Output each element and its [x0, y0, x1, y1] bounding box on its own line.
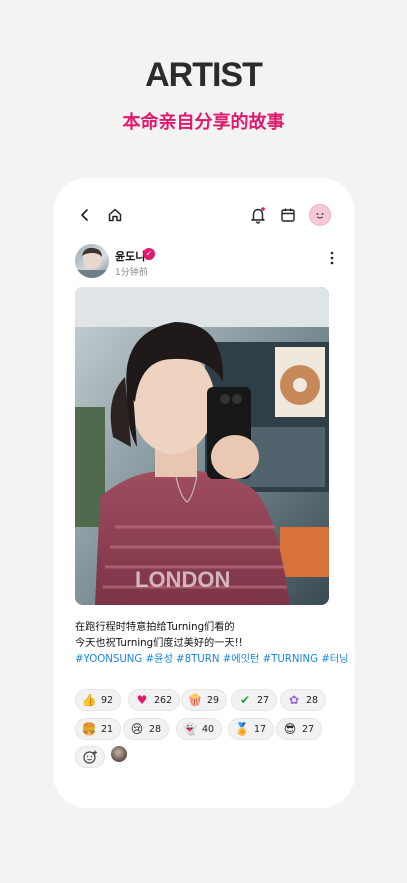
reaction-count: 40	[202, 723, 215, 735]
medal-icon: 🏅	[234, 722, 250, 736]
reaction-chip[interactable]: ✿ 28	[280, 689, 327, 711]
post-photo[interactable]: LONDON	[75, 287, 329, 605]
reaction-count: 92	[101, 694, 114, 706]
reaction-chip[interactable]: 😢 28	[123, 718, 170, 740]
notification-button[interactable]	[247, 204, 269, 226]
sunglasses-face-icon: 😎	[283, 722, 297, 736]
hashtags[interactable]: #YOONSUNG #윤성 #8TURN #에잇턴 #TURNING #터닝	[75, 652, 349, 668]
heart-icon: ♥	[136, 693, 148, 707]
headline: ARTIST	[145, 56, 263, 94]
reaction-chip[interactable]: 👻 40	[176, 718, 223, 740]
home-button[interactable]	[104, 204, 126, 226]
svg-text:LONDON: LONDON	[135, 567, 230, 592]
reaction-chip[interactable]: 🍔 21	[75, 718, 122, 740]
reaction-chip[interactable]: ♥ 262	[128, 689, 181, 711]
post-caption: 在跑行程时特意拍给Turning们看的 今天也祝Turning们度过美好的一天!…	[75, 620, 349, 668]
subheadline: 本命亲自分享的故事	[122, 112, 285, 133]
author-avatar[interactable]	[75, 244, 109, 278]
reaction-count: 28	[306, 694, 319, 706]
reaction-chip[interactable]: 🍿 29	[181, 689, 228, 711]
reaction-count: 262	[154, 694, 173, 706]
more-vertical-icon	[330, 251, 334, 265]
caption-line: 今天也祝Turning们度过美好的一天!!	[75, 638, 243, 649]
smiley-face-icon	[316, 213, 324, 219]
reaction-count: 27	[257, 694, 270, 706]
calendar-button[interactable]	[277, 204, 299, 226]
popcorn-icon: 🍿	[187, 693, 203, 707]
reaction-count: 28	[149, 723, 162, 735]
caption-line: 在跑行程时特意拍给Turning们看的	[75, 622, 235, 633]
chevron-left-icon	[81, 209, 88, 221]
reaction-chip[interactable]: 🏅 17	[228, 718, 275, 740]
ghost-face-icon: 👻	[182, 722, 198, 736]
add-reaction-button[interactable]	[75, 746, 105, 768]
hamburger-icon: 🍔	[81, 722, 97, 736]
bell-icon	[251, 207, 265, 224]
reaction-chip[interactable]: 😎 27	[276, 718, 323, 740]
reaction-count: 17	[254, 723, 267, 735]
back-button[interactable]	[74, 204, 96, 226]
reaction-count: 29	[207, 694, 220, 706]
check-icon: ✔	[239, 693, 251, 707]
post-author: 윤도니 ✓ 1分钟前	[75, 244, 335, 280]
reaction-count: 27	[302, 723, 315, 735]
more-options-button[interactable]	[327, 250, 337, 266]
reaction-chip[interactable]: ✔ 27	[231, 689, 278, 711]
verified-badge-icon: ✓	[143, 248, 155, 260]
crying-face-icon: 😢	[130, 722, 144, 736]
add-emoji-icon	[83, 750, 97, 764]
profile-avatar[interactable]	[309, 204, 331, 226]
home-icon	[108, 208, 122, 222]
flower-icon: ✿	[288, 693, 300, 707]
phone-card: 윤도니 ✓ 1分钟前 LONDON 在跑行程时特意拍给Turning们看的 今天…	[53, 178, 355, 808]
post-time: 1分钟前	[115, 268, 148, 278]
thumbs-up-icon: 👍	[81, 693, 97, 707]
reaction-chip[interactable]: 👍 92	[75, 689, 122, 711]
reaction-count: 21	[101, 723, 114, 735]
author-name[interactable]: 윤도니	[115, 248, 145, 264]
calendar-icon	[281, 208, 295, 222]
top-bar	[53, 202, 355, 230]
reactor-avatar[interactable]	[111, 746, 127, 762]
